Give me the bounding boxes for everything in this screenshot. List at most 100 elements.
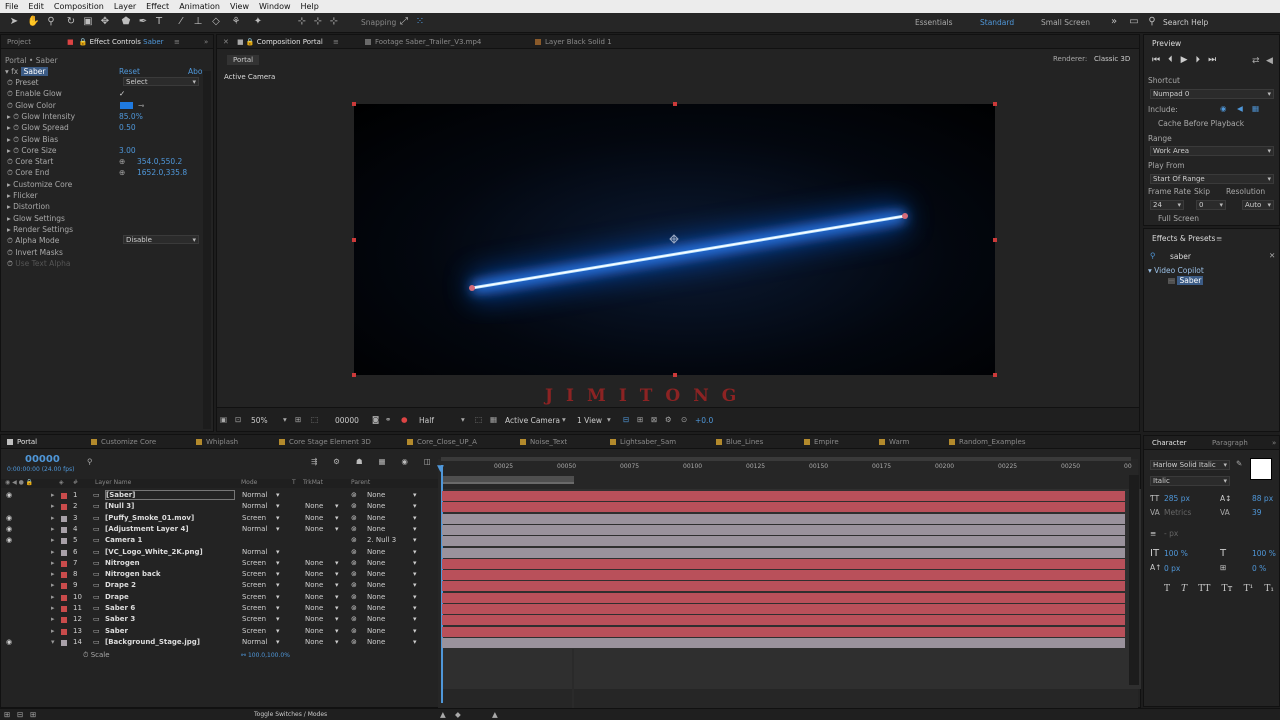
show-snapshot-icon[interactable]: ⚭ (385, 415, 391, 424)
menu-edit[interactable]: Edit (23, 2, 49, 11)
font-size-value[interactable]: 285 px (1164, 494, 1190, 503)
chevron-down-icon[interactable]: ▾ (276, 626, 280, 637)
work-area-bar[interactable] (442, 476, 574, 484)
effect-prop-row[interactable]: ▸ ⏱ Core Size 3.00 (7, 145, 202, 156)
effect-prop-row[interactable]: ▸ ⏱ Glow Bias (7, 134, 202, 145)
views-dropdown[interactable]: 1 View (577, 416, 602, 425)
bbox-handle[interactable] (352, 238, 356, 242)
effect-prop-dropdown[interactable]: Select (123, 77, 199, 86)
bbox-handle[interactable] (352, 102, 356, 106)
effect-prop-dropdown[interactable]: Disable (123, 235, 199, 245)
pickwhip-icon[interactable]: ⊚ (351, 547, 357, 558)
effect-prop-point[interactable]: 354.0,550.2 (137, 156, 182, 167)
chevron-down-icon[interactable]: ▾ (335, 580, 339, 591)
channel-icon[interactable]: ● (401, 415, 408, 424)
chevron-down-icon[interactable]: ▾ (335, 569, 339, 580)
menu-animation[interactable]: Animation (174, 2, 225, 11)
scrollbar[interactable] (203, 71, 211, 429)
chevron-down-icon[interactable]: ▾ (413, 547, 417, 558)
eraser-tool-icon[interactable]: ◇ (210, 16, 222, 28)
expand-arrow-icon[interactable]: ▸ (51, 535, 55, 546)
composition-viewer[interactable] (354, 104, 995, 375)
faux-bold-button[interactable]: T (1164, 584, 1170, 594)
timeline-icon[interactable]: ⊠ (651, 415, 657, 424)
menu-window[interactable]: Window (254, 2, 296, 11)
chevron-down-icon[interactable]: ▾ (413, 592, 417, 603)
graph-editor-icon[interactable]: ◫ (424, 457, 431, 466)
label-color-chip[interactable] (61, 515, 67, 522)
roto-brush-tool-icon[interactable]: ⚘ (230, 16, 242, 28)
layer-parent-dropdown[interactable]: None (367, 558, 385, 569)
frame-blend-icon[interactable]: ▦ (378, 457, 385, 466)
expand-arrow-icon[interactable]: ▸ (51, 524, 55, 535)
faux-italic-button[interactable]: T (1181, 584, 1187, 594)
effect-prop-row[interactable]: ▸ Distortion (7, 201, 202, 212)
local-axis-icon[interactable]: ⊹ (296, 16, 308, 28)
stopwatch-icon[interactable]: ⏱ (7, 248, 15, 257)
timeline-tab[interactable]: Core Stage Element 3D (279, 435, 371, 449)
display-icon[interactable]: ▭ (1128, 16, 1140, 28)
visibility-icon[interactable]: ◉ (6, 490, 12, 501)
bbox-handle[interactable] (673, 102, 677, 106)
play-icon[interactable]: ▶ (1181, 55, 1196, 65)
chevron-down-icon[interactable]: ▾ (413, 569, 417, 580)
pickwhip-icon[interactable]: ⊚ (351, 637, 357, 648)
roi-icon[interactable]: ⬚ (475, 415, 482, 424)
chevron-down-icon[interactable]: ▾ (413, 603, 417, 614)
bbox-handle[interactable] (352, 373, 356, 377)
effect-prop-row[interactable]: ⏱ Enable Glow ✓ (7, 88, 202, 99)
world-axis-icon[interactable]: ⊹ (312, 16, 324, 28)
expand-arrow-icon[interactable]: ▸ (51, 490, 55, 501)
stopwatch-icon[interactable]: ⏱ (7, 78, 15, 87)
effect-prop-value[interactable]: ✓ (119, 88, 125, 99)
layer-mode-dropdown[interactable]: Screen (242, 580, 266, 591)
layer-mode-dropdown[interactable]: Normal (242, 490, 267, 501)
layer-parent-dropdown[interactable]: None (367, 637, 385, 648)
effect-prop-row[interactable]: ▸ Flicker (7, 190, 202, 201)
horizontal-scale-value[interactable]: 100 % (1252, 549, 1276, 558)
pickwhip-icon[interactable]: ⊚ (351, 524, 357, 535)
menu-composition[interactable]: Composition (49, 2, 109, 11)
comp-flowchart-icon[interactable]: ⇶ (311, 457, 317, 466)
small-caps-button[interactable]: Tт (1222, 584, 1233, 594)
render-time-icon[interactable]: ⊞ (4, 710, 10, 719)
clone-stamp-tool-icon[interactable]: ⊥ (192, 16, 204, 28)
layer-parent-dropdown[interactable]: None (367, 490, 385, 501)
pickwhip-icon[interactable]: ⊚ (351, 535, 357, 546)
fx-icon[interactable]: fx (11, 67, 18, 76)
zoom-chevron-icon[interactable]: ▾ (283, 415, 287, 424)
layer-trkmat-dropdown[interactable]: None (305, 592, 323, 603)
menu-view[interactable]: View (225, 2, 254, 11)
resolution-chevron-icon[interactable]: ▾ (461, 415, 465, 424)
scale-value[interactable]: ⚯ 100.0,100.0% (241, 652, 290, 659)
timeline-tab[interactable]: Empire (804, 435, 839, 449)
timeline-tab[interactable]: Core_Close_UP_A (407, 435, 477, 449)
play-from-dropdown[interactable]: Start Of Range (1150, 174, 1274, 184)
bbox-handle[interactable] (993, 238, 997, 242)
effect-prop-row[interactable]: ▸ Render Settings (7, 224, 202, 235)
layer-mode-dropdown[interactable]: Normal (242, 637, 267, 648)
layer-trkmat-dropdown[interactable]: None (305, 580, 323, 591)
expand-icon[interactable]: » (204, 35, 208, 49)
layer-parent-dropdown[interactable]: None (367, 626, 385, 637)
layer-duration-bar[interactable] (442, 581, 1125, 592)
layer-mode-dropdown[interactable]: Screen (242, 603, 266, 614)
chevron-down-icon[interactable]: ▾ (276, 524, 280, 535)
pickwhip-icon[interactable]: ⊚ (351, 626, 357, 637)
visibility-icon[interactable]: ◉ (6, 535, 12, 546)
label-color-chip[interactable] (61, 617, 67, 624)
tab-effect-controls[interactable]: ■ 🔒 Effect Controls Saber (67, 35, 164, 49)
layer-mode-dropdown[interactable]: Screen (242, 626, 266, 637)
tab-footage[interactable]: Footage Saber_Trailer_V3.mp4 (365, 35, 481, 49)
effect-prop-row[interactable]: ▸ ⏱ Glow Spread 0.50 (7, 122, 202, 133)
font-style-dropdown[interactable]: Italic (1150, 476, 1230, 486)
shortcut-dropdown[interactable]: Numpad 0 (1150, 89, 1274, 99)
layer-trkmat-dropdown[interactable]: None (305, 513, 323, 524)
effect-prop-value[interactable]: 85.0% (119, 111, 143, 122)
layer-parent-dropdown[interactable]: None (367, 547, 385, 558)
pickwhip-icon[interactable]: ⊚ (351, 490, 357, 501)
effects-folder[interactable]: ▾ Video Copilot (1148, 266, 1204, 275)
layer-name[interactable]: Drape (105, 592, 129, 603)
timeline-tab[interactable]: Lightsaber_Sam (610, 435, 676, 449)
camera-tool-icon[interactable]: ▣ (82, 16, 94, 28)
